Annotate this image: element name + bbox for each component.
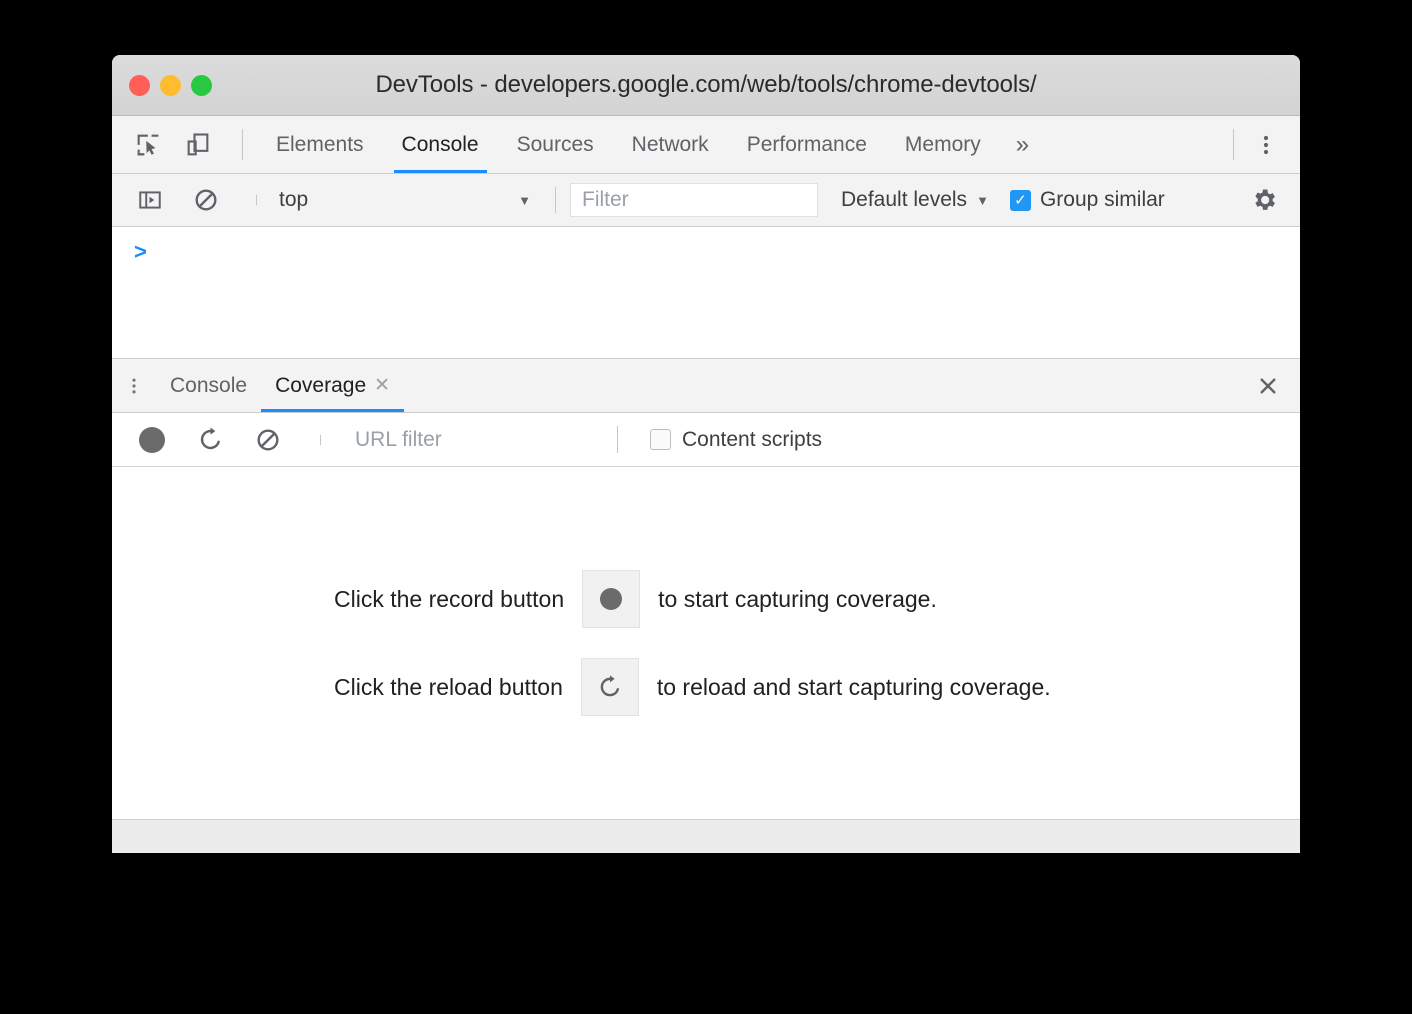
toolbar-divider [242, 129, 243, 160]
drawer-tabbar: Console Coverage ✕ [112, 359, 1300, 413]
reload-hint-before: Click the reload button [334, 673, 563, 700]
record-hint-row: Click the record button to start capturi… [334, 570, 1300, 628]
toolbar-divider [617, 426, 618, 453]
close-tab-icon[interactable]: ✕ [374, 374, 390, 397]
tab-sources[interactable]: Sources [498, 116, 613, 173]
panel-tabs: Elements Console Sources Network Perform… [257, 116, 1221, 173]
window-title: DevTools - developers.google.com/web/too… [375, 71, 1037, 98]
tab-console[interactable]: Console [383, 116, 498, 173]
minimize-window-button[interactable] [160, 74, 181, 96]
tabbar-right [1221, 116, 1300, 173]
toolbar-divider [1233, 129, 1234, 160]
toolbar-divider [320, 434, 321, 445]
content-scripts-checkbox[interactable]: Content scripts [650, 428, 822, 452]
traffic-lights [129, 74, 212, 96]
reload-hint-row: Click the reload button to reload and st… [334, 658, 1300, 716]
drawer-tab-coverage[interactable]: Coverage ✕ [261, 359, 405, 412]
status-bar [112, 819, 1300, 853]
chevron-down-icon: ▼ [976, 192, 989, 208]
gear-icon[interactable] [1246, 182, 1282, 218]
toolbar-divider [555, 187, 556, 213]
devtools-window: DevTools - developers.google.com/web/too… [112, 55, 1300, 853]
console-filter-input[interactable]: Filter [570, 183, 818, 217]
checkbox-unchecked-icon [650, 429, 671, 450]
log-levels-dropdown[interactable]: Default levels ▼ [841, 188, 989, 212]
record-icon [600, 588, 623, 610]
drawer-tab-label: Coverage [275, 373, 367, 397]
record-icon[interactable] [134, 422, 170, 458]
group-similar-label: Group similar [1039, 188, 1165, 211]
tab-label: Elements [276, 132, 364, 156]
checkbox-checked-icon: ✓ [1009, 189, 1031, 211]
reload-icon [600, 675, 619, 697]
log-levels-label: Default levels [841, 188, 968, 211]
drawer-menu-icon[interactable] [112, 359, 156, 412]
devtools-tabbar: Elements Console Sources Network Perform… [112, 116, 1300, 174]
reload-hint-after: to reload and start capturing coverage. [656, 673, 1051, 700]
group-similar-checkbox[interactable]: ✓ Group similar [1009, 188, 1165, 212]
tabbar-left-icons [112, 116, 257, 173]
drawer-tab-label: Console [170, 373, 248, 397]
tab-label: Performance [746, 132, 867, 156]
coverage-toolbar-icons [112, 422, 335, 458]
tab-label: Sources [516, 132, 594, 156]
reload-button[interactable] [580, 658, 639, 716]
console-output-area[interactable]: > [112, 227, 1300, 359]
drawer-tab-console[interactable]: Console [156, 359, 261, 412]
console-toolbar: top ▼ Filter Default levels ▼ ✓ Group si… [112, 174, 1300, 227]
window-titlebar: DevTools - developers.google.com/web/too… [112, 55, 1300, 116]
inspect-element-icon[interactable] [130, 127, 166, 163]
vertical-dots-icon[interactable] [1248, 127, 1284, 163]
close-drawer-button[interactable] [1256, 359, 1300, 412]
record-hint-before: Click the record button [334, 585, 565, 612]
coverage-empty-state: Click the record button to start capturi… [112, 467, 1300, 819]
tab-label: Memory [904, 132, 981, 156]
tab-memory[interactable]: Memory [886, 116, 1000, 173]
device-toolbar-icon[interactable] [180, 127, 216, 163]
console-prompt-icon: > [134, 239, 147, 264]
execution-context-select[interactable]: top ▼ [271, 188, 543, 212]
coverage-toolbar: URL filter Content scripts [112, 413, 1300, 467]
close-window-button[interactable] [129, 74, 150, 96]
record-hint-after: to start capturing coverage. [658, 585, 937, 612]
execution-context-value: top [279, 188, 309, 211]
tab-elements[interactable]: Elements [257, 116, 383, 173]
tab-performance[interactable]: Performance [728, 116, 886, 173]
console-sidebar-toggle-icon[interactable] [132, 182, 168, 218]
more-tabs-button[interactable]: » [1000, 116, 1045, 173]
record-button[interactable] [582, 570, 641, 628]
reload-icon[interactable] [192, 422, 228, 458]
tab-network[interactable]: Network [613, 116, 728, 173]
zoom-window-button[interactable] [191, 74, 212, 96]
toolbar-divider [256, 195, 257, 205]
chevron-down-icon: ▼ [518, 192, 531, 208]
console-settings-area [1246, 182, 1300, 218]
clear-console-icon[interactable] [188, 182, 224, 218]
tab-label: Network [631, 132, 709, 156]
clear-icon[interactable] [250, 422, 286, 458]
tab-label: Console [401, 132, 479, 156]
console-toolbar-icons [112, 182, 271, 218]
url-filter-input[interactable]: URL filter [355, 428, 605, 452]
content-scripts-label: Content scripts [682, 427, 823, 451]
